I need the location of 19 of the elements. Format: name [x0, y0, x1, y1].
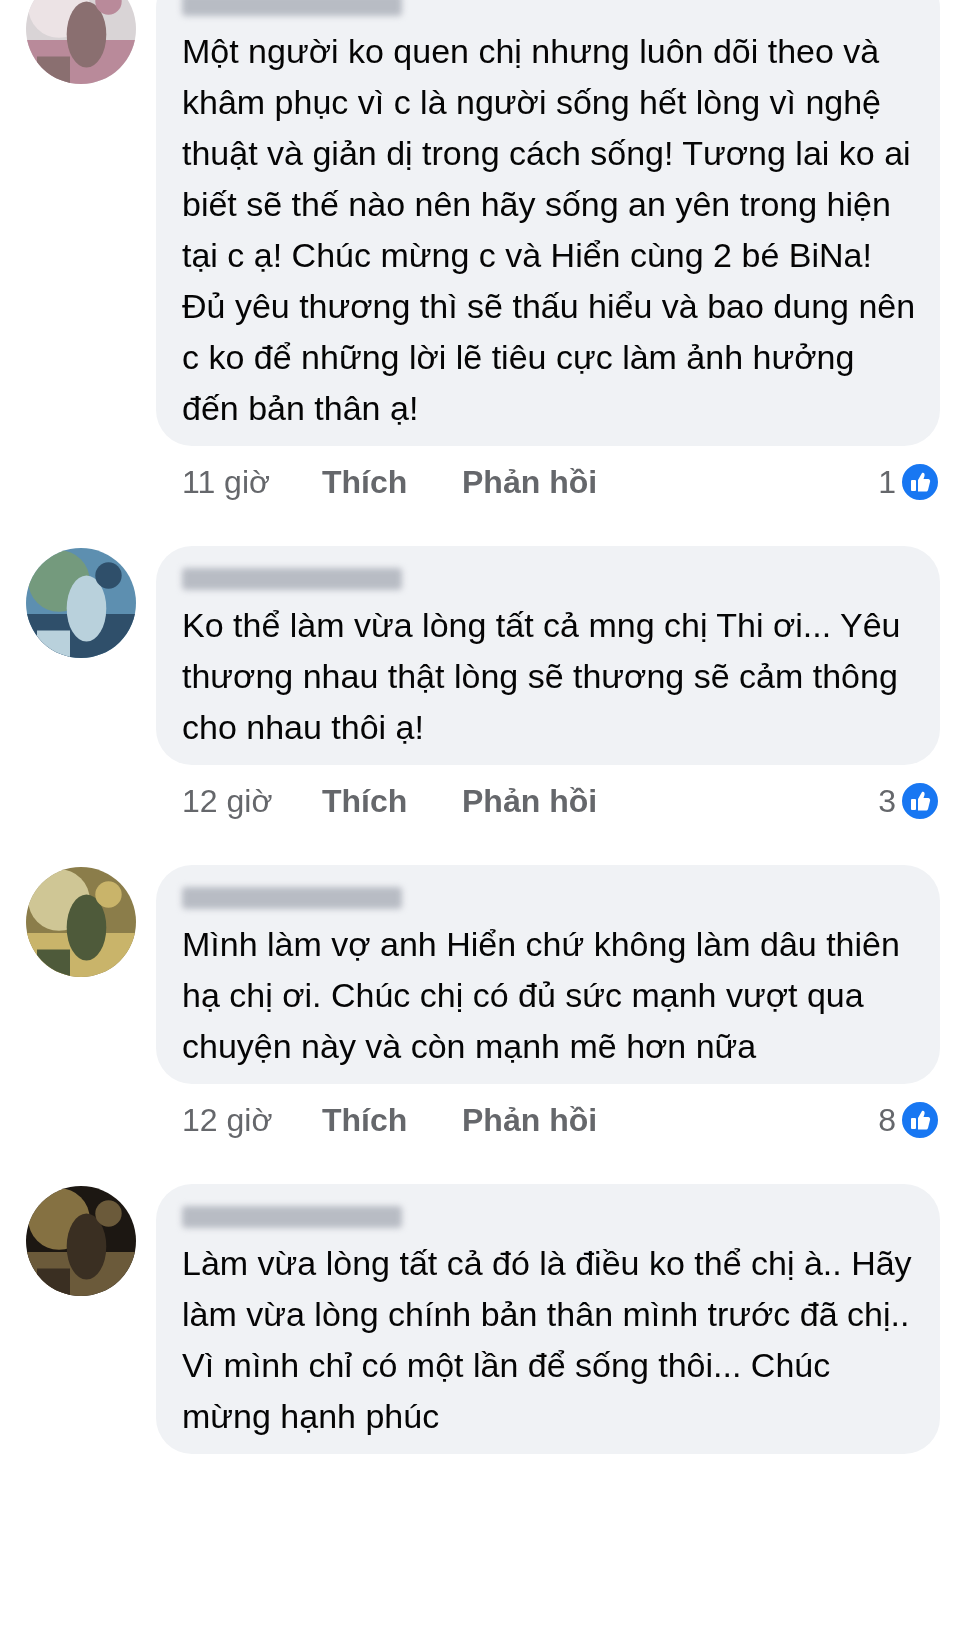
like-link[interactable]: Thích [322, 458, 462, 506]
like-link[interactable]: Thích [322, 777, 462, 825]
reaction-count: 8 [878, 1101, 896, 1140]
like-link[interactable]: Thích [322, 1096, 462, 1144]
comment-time: 12 giờ [182, 782, 274, 821]
comment-text: Ko thể làm vừa lòng tất cả mng chị Thi ơi... Yêu thương nhau thật lòng sẽ thương sẽ cảm thông cho nhau thôi ạ! [182, 605, 902, 748]
thumbs-up-icon [900, 462, 940, 502]
reply-link[interactable]: Phản hồi [462, 458, 598, 506]
thumbs-up-icon [900, 1100, 940, 1140]
comment-text: Một người ko quen chị nhưng luôn dõi theo và khâm phục vì c là người sống hết lòng vì nghệ thuật và giản dị trong cách sống! Tương lai ko ai biết sẽ thế nào nên hãy sống an yên trong hiện tại c ạ! Chúc mừng c và Hiển cùng 2 bé BiNa! Đủ yêu thương thì sẽ thấu hiểu và bao dung nên c ko để những lời lẽ tiêu cực làm ảnh hưởng đến bản thân ạ! [182, 31, 917, 429]
reaction-count: 3 [878, 782, 896, 821]
comment-text: Làm vừa lòng tất cả đó là điều ko thể chị à.. Hãy làm vừa lòng chính bản thân mình trước đã chị.. Vì mình chỉ có một lần để sống thôi... Chúc mừng hạnh phúc [182, 1243, 913, 1437]
reply-link[interactable]: Phản hồi [462, 1096, 598, 1144]
thumbs-up-icon [900, 781, 940, 821]
reply-link[interactable]: Phản hồi [462, 777, 598, 825]
reaction-count: 1 [878, 463, 896, 502]
comment-time: 12 giờ [182, 1101, 274, 1140]
comment-text: Mình làm vợ anh Hiển chứ không làm dâu thiên hạ chị ơi. Chúc chị có đủ sức mạnh vượt qua chuyện này và còn mạnh mẽ hơn nữa [182, 924, 901, 1067]
comment-time: 11 giờ [182, 463, 271, 502]
